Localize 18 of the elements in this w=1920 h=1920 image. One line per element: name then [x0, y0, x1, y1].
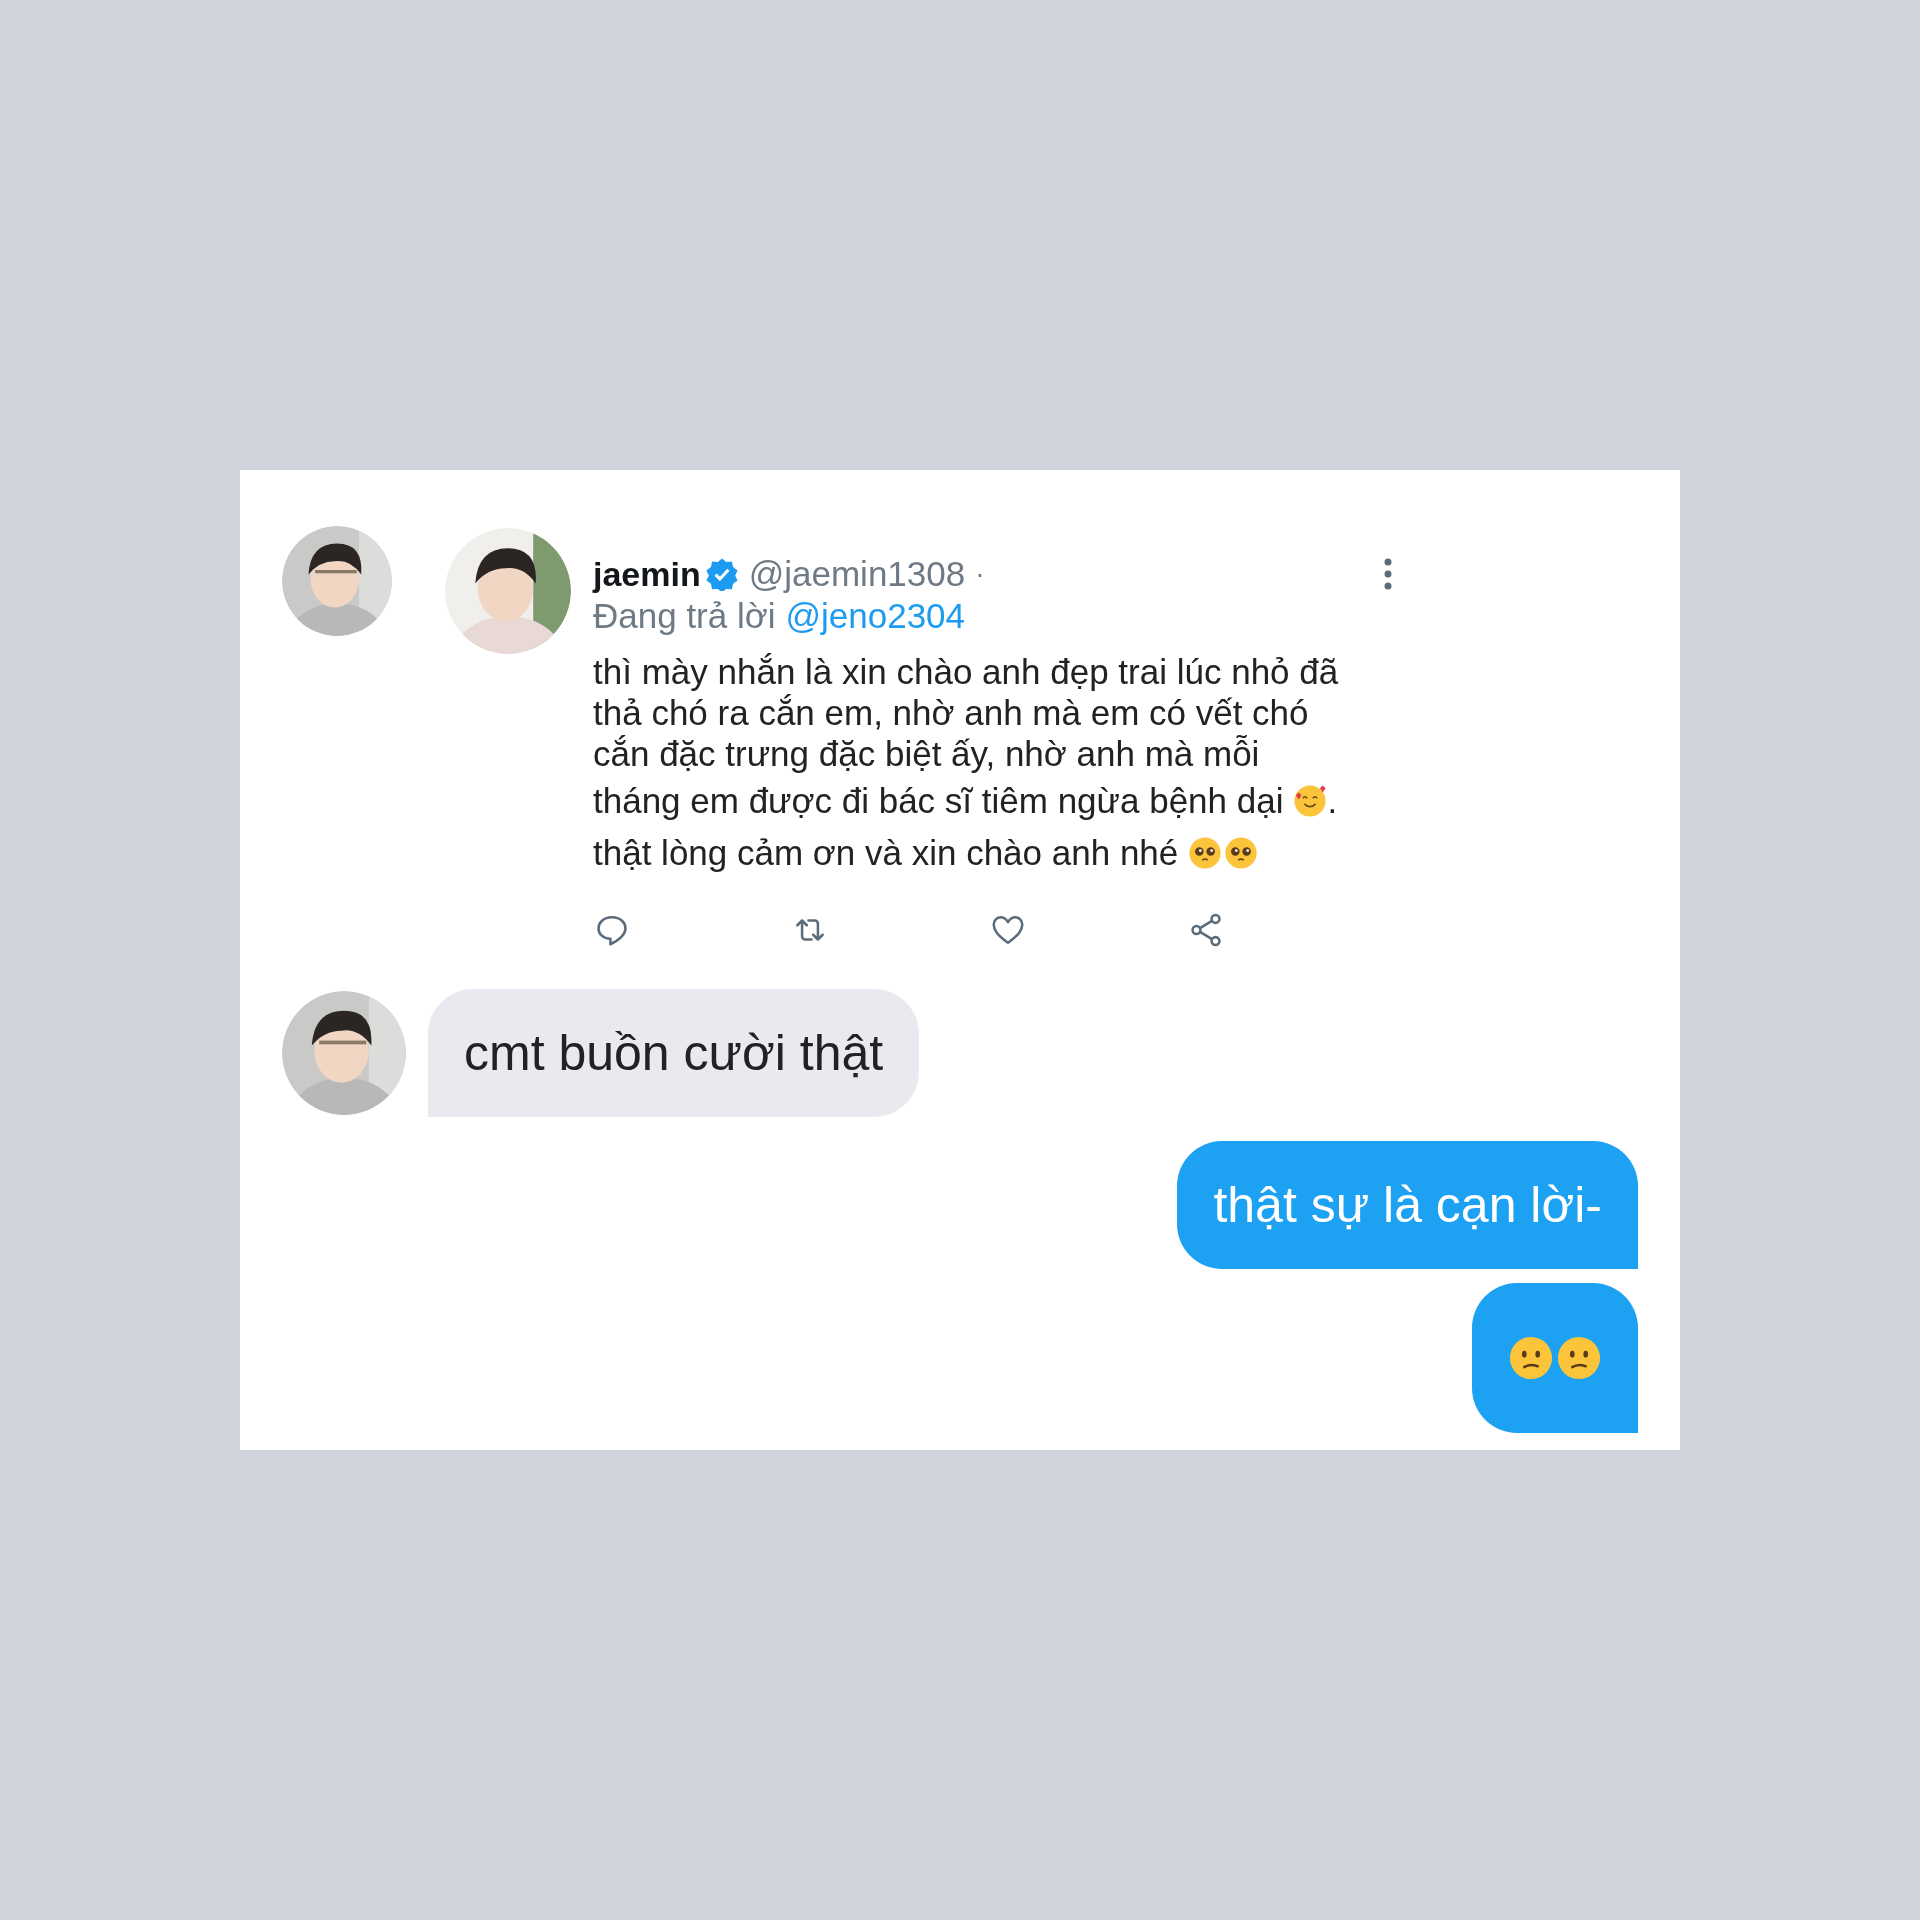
tweet-text: cắn đặc trưng đặc biệt ấy, nhờ anh mà mỗi — [593, 733, 1260, 776]
more-options-icon[interactable] — [1383, 557, 1393, 591]
tweet-text: tháng em được đi bác sĩ tiêm ngừa bệnh dại — [593, 779, 1284, 822]
pleading-face-icon — [1188, 836, 1223, 870]
tweet-text: thả chó ra cắn em, nhờ anh mà em có vết chó — [593, 692, 1309, 735]
sent-message-bubble: thật sự là cạn lời- — [1177, 1141, 1638, 1269]
tweet-text: . — [1327, 779, 1338, 822]
user-handle: @jaemin1308 — [748, 552, 966, 595]
user-name: jaemin — [593, 553, 701, 595]
separator-dot: · — [975, 557, 985, 591]
smiling-face-with-hearts-icon — [1293, 784, 1328, 818]
tweet-text: thì mày nhắn là xin chào anh đẹp trai lúc nhỏ đã — [593, 651, 1339, 694]
confused-face-icon — [1556, 1335, 1602, 1381]
tweet-text: thật lòng cảm ơn và xin chào anh nhé — [593, 831, 1179, 874]
received-message-bubble: cmt buồn cười thật — [428, 989, 920, 1117]
replying-to-label: Đang trả lời — [593, 594, 776, 637]
pleading-face-icon — [1224, 836, 1259, 870]
confused-face-icon — [1508, 1335, 1554, 1381]
